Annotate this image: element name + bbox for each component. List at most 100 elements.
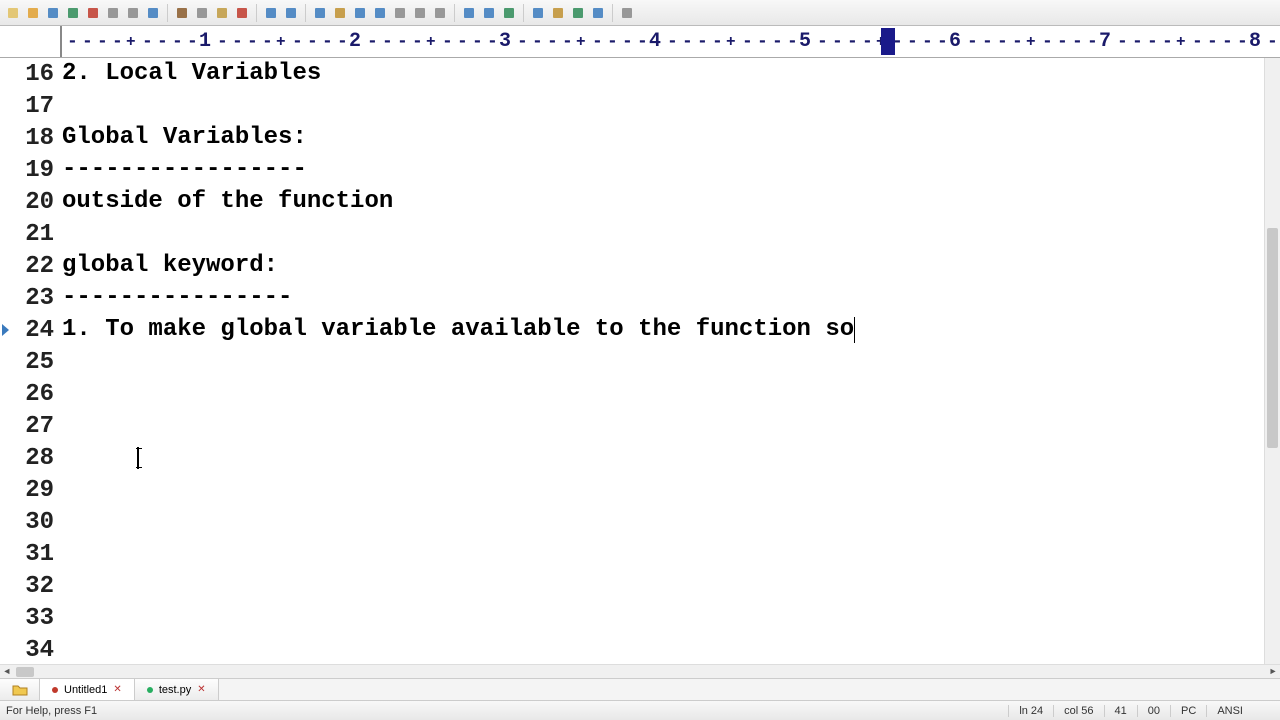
current-line-arrow-icon: [2, 324, 9, 336]
find-h1-button[interactable]: [391, 4, 409, 22]
status-mode: PC: [1170, 705, 1206, 717]
save-all-button[interactable]: [64, 4, 82, 22]
tab-close-icon[interactable]: ✕: [113, 684, 121, 695]
find-prev-button[interactable]: [371, 4, 389, 22]
tab-label: test.py: [159, 684, 191, 696]
delete-button[interactable]: [233, 4, 251, 22]
ruler-major-4: 4: [645, 30, 665, 53]
line-number: 20: [0, 186, 54, 218]
find-highlight-button[interactable]: [331, 4, 349, 22]
line-number: 21: [0, 218, 54, 250]
panel-4-button[interactable]: [589, 4, 607, 22]
secondary-caret-icon: [137, 447, 139, 469]
editor-line[interactable]: 1. To make global variable available to …: [62, 314, 1264, 346]
document-tab-untitled1[interactable]: Untitled1 ✕: [40, 679, 135, 700]
line-number: 18: [0, 122, 54, 154]
editor-line[interactable]: [62, 602, 1264, 634]
line-number: 33: [0, 602, 54, 634]
editor-line[interactable]: [62, 410, 1264, 442]
ruler-major-3: 3: [495, 30, 515, 53]
new-file-button[interactable]: [4, 4, 22, 22]
main-toolbar: [0, 0, 1280, 26]
line-number: 27: [0, 410, 54, 442]
document-tab-testpy[interactable]: test.py ✕: [135, 679, 219, 700]
line-number-gutter: 16171819202122232425262728293031323334: [0, 58, 62, 664]
status-bar: For Help, press F1 ln 24 col 56 41 00 PC…: [0, 700, 1280, 720]
line-number: 30: [0, 506, 54, 538]
find-next-button[interactable]: [351, 4, 369, 22]
status-line: ln 24: [1008, 705, 1053, 717]
toggle-b-button[interactable]: [480, 4, 498, 22]
hscroll-left-icon[interactable]: ◄: [0, 666, 14, 678]
open-file-button[interactable]: [24, 4, 42, 22]
horizontal-scrollbar[interactable]: ◄ ►: [0, 664, 1280, 678]
find-hx-button[interactable]: [411, 4, 429, 22]
vertical-scrollbar-thumb[interactable]: [1267, 228, 1278, 448]
editor-line[interactable]: [62, 378, 1264, 410]
editor-line[interactable]: ----------------: [62, 282, 1264, 314]
panel-2-button[interactable]: [549, 4, 567, 22]
editor-line[interactable]: 2. Local Variables: [62, 58, 1264, 90]
ruler-major-8: 8: [1245, 30, 1265, 53]
line-number: 16: [0, 58, 54, 90]
hscroll-thumb[interactable]: [16, 667, 34, 677]
editor-line[interactable]: outside of the function: [62, 186, 1264, 218]
redo-button[interactable]: [282, 4, 300, 22]
hscroll-right-icon[interactable]: ►: [1266, 666, 1280, 678]
ruler: 1----+----2----+----3----+----4----+----…: [0, 26, 1280, 58]
line-number: 29: [0, 474, 54, 506]
line-number: 34: [0, 634, 54, 664]
editor-line[interactable]: [62, 346, 1264, 378]
editor-line[interactable]: [62, 474, 1264, 506]
undo-button[interactable]: [262, 4, 280, 22]
close-button[interactable]: [84, 4, 102, 22]
tab-label: Untitled1: [64, 684, 107, 696]
print-button[interactable]: [104, 4, 122, 22]
line-number: 31: [0, 538, 54, 570]
tab-close-icon[interactable]: ✕: [197, 684, 205, 695]
help-button[interactable]: [618, 4, 636, 22]
editor-line[interactable]: [62, 506, 1264, 538]
ruler-major-2: 2: [345, 30, 365, 53]
line-number: 25: [0, 346, 54, 378]
editor-line[interactable]: -----------------: [62, 154, 1264, 186]
find-button[interactable]: [311, 4, 329, 22]
vertical-scrollbar[interactable]: [1264, 58, 1280, 664]
tab-modified-dot-icon: [147, 687, 153, 693]
tab-folder-icon[interactable]: [0, 679, 40, 700]
editor-line[interactable]: Global Variables:: [62, 122, 1264, 154]
editor-line[interactable]: [62, 634, 1264, 664]
editor-line[interactable]: global keyword:: [62, 250, 1264, 282]
text-editor[interactable]: 2. Local VariablesGlobal Variables:-----…: [62, 58, 1264, 664]
tab-modified-dot-icon: [52, 687, 58, 693]
panel-1-button[interactable]: [529, 4, 547, 22]
line-number: 26: [0, 378, 54, 410]
panel-3-button[interactable]: [569, 4, 587, 22]
save-button[interactable]: [44, 4, 62, 22]
cut-button[interactable]: [173, 4, 191, 22]
ruler-major-7: 7: [1095, 30, 1115, 53]
toggle-a-button[interactable]: [460, 4, 478, 22]
editor-line[interactable]: [62, 442, 1264, 474]
editor-line[interactable]: [62, 570, 1264, 602]
document-tabbar: Untitled1 ✕ test.py ✕: [0, 678, 1280, 700]
status-column: col 56: [1053, 705, 1103, 717]
line-number: 22: [0, 250, 54, 282]
find-hw-button[interactable]: [431, 4, 449, 22]
line-number: 17: [0, 90, 54, 122]
status-encoding: ANSI: [1206, 705, 1253, 717]
ruler-major-6: 6: [945, 30, 965, 53]
ruler-major-1: 1: [195, 30, 215, 53]
editor-line[interactable]: [62, 90, 1264, 122]
print-preview-button[interactable]: [124, 4, 142, 22]
editor-area: 16171819202122232425262728293031323334 2…: [0, 58, 1280, 664]
line-number: 23: [0, 282, 54, 314]
paste-button[interactable]: [213, 4, 231, 22]
editor-line[interactable]: [62, 218, 1264, 250]
line-number: 19: [0, 154, 54, 186]
editor-line[interactable]: [62, 538, 1264, 570]
copy-button[interactable]: [193, 4, 211, 22]
refresh-button[interactable]: [144, 4, 162, 22]
check-button[interactable]: [500, 4, 518, 22]
status-num1: 41: [1104, 705, 1137, 717]
